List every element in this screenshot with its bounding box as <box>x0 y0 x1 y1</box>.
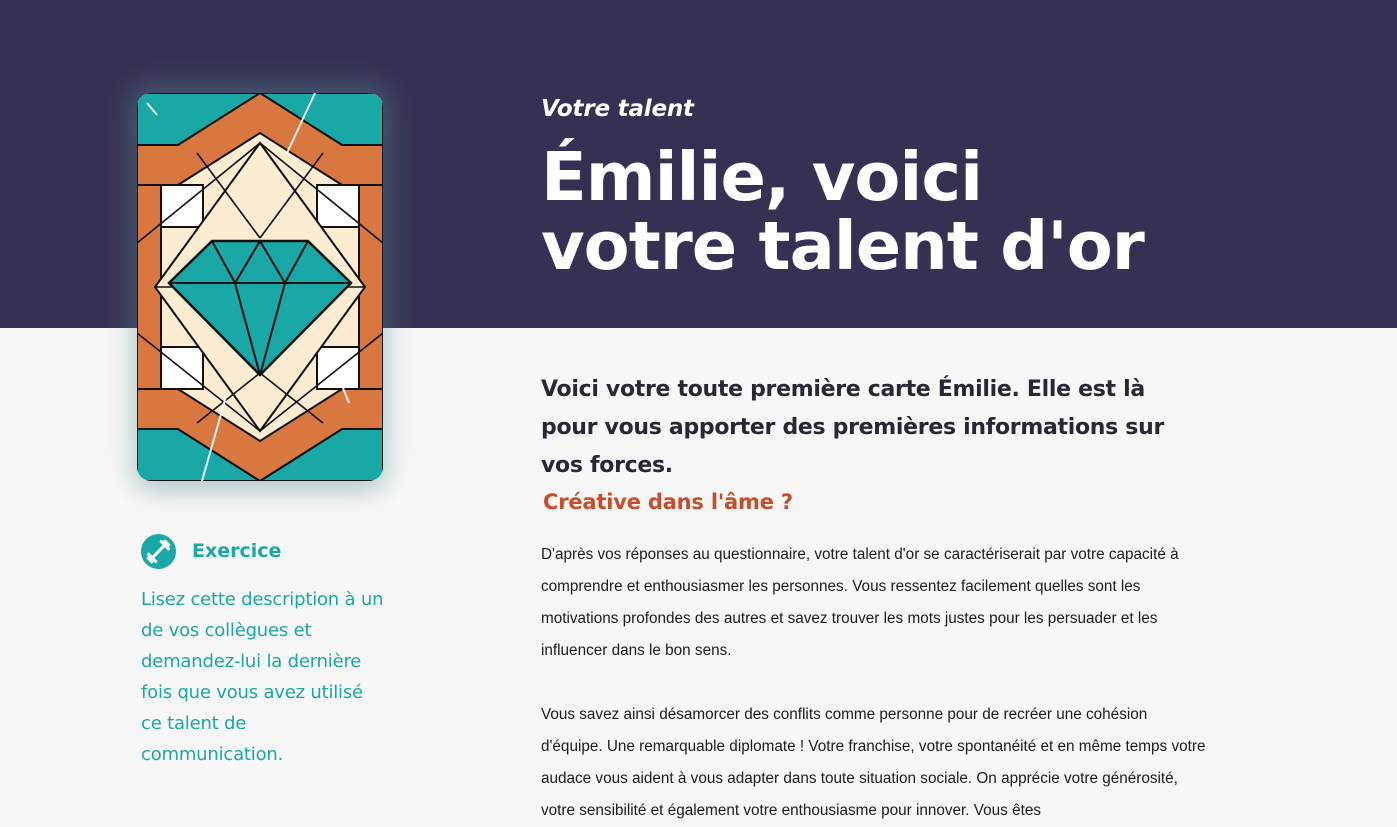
page-title: Émilie, voici votre talent d'or <box>541 138 1145 285</box>
diamond-icon <box>137 93 383 481</box>
exercise-label: Exercice <box>192 540 282 562</box>
talent-card <box>137 93 383 481</box>
eyebrow-label: Votre talent <box>541 96 694 122</box>
exercise-text: Lisez cette description à un de vos coll… <box>141 589 384 765</box>
lead-text: Voici votre toute première carte Émilie.… <box>541 377 1165 478</box>
body-paragraph-1: D'après vos réponses au questionnaire, v… <box>541 546 1179 659</box>
section-heading: Créative dans l'âme ? <box>543 490 793 514</box>
dumbbell-icon <box>141 534 176 569</box>
body-paragraph-2: Vous savez ainsi désamorcer des conflits… <box>541 706 1206 819</box>
